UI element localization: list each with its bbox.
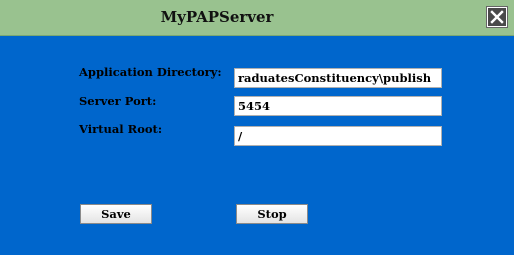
server-window: MyPAPServer Application Directory: radua… — [0, 0, 514, 255]
virtual-root-label: Virtual Root: — [79, 122, 162, 136]
app-directory-label-text: Application Directory: — [79, 65, 222, 79]
server-port-input[interactable]: 5454 — [234, 96, 442, 116]
virtual-root-value: / — [238, 129, 243, 143]
window-title: MyPAPServer — [160, 8, 274, 26]
save-button[interactable]: Save — [80, 204, 152, 224]
app-directory-label: Application Directory: — [79, 65, 222, 79]
server-port-label: Server Port: — [79, 94, 156, 108]
close-button[interactable] — [486, 6, 508, 28]
app-directory-input[interactable]: raduatesConstituency\publish — [234, 68, 442, 88]
stop-button[interactable]: Stop — [236, 204, 308, 224]
server-port-value: 5454 — [238, 99, 271, 113]
virtual-root-label-text: Virtual Root: — [79, 122, 163, 136]
app-directory-value: raduatesConstituency\publish — [238, 71, 432, 85]
title-bar: MyPAPServer — [0, 0, 514, 36]
close-icon — [488, 8, 506, 26]
server-port-label-text: Server Port: — [79, 94, 157, 108]
virtual-root-input[interactable]: / — [234, 126, 442, 146]
